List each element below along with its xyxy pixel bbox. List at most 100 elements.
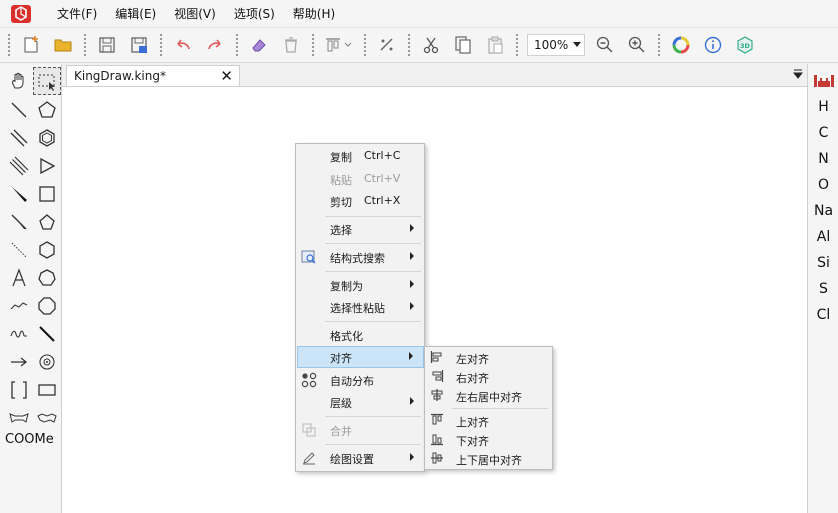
submenu-arrow-icon: [410, 280, 414, 288]
element-aluminium[interactable]: Al: [808, 229, 838, 245]
orbital-tool[interactable]: [33, 348, 61, 376]
text-template-tool[interactable]: COOMe: [5, 432, 54, 447]
submenu-arrow-icon: [410, 302, 414, 310]
zoom-in-button[interactable]: [623, 31, 651, 59]
align-left-icon: [430, 351, 442, 363]
menu-structure-search[interactable]: 结构式搜索: [297, 246, 424, 268]
3d-icon: 3D: [737, 36, 753, 54]
align-center-vertical-item[interactable]: 上下居中对齐: [426, 449, 552, 468]
rectangle-icon: [38, 384, 56, 396]
zoom-select[interactable]: 100%: [527, 34, 585, 56]
bold-wedge-tool[interactable]: [5, 208, 33, 236]
rectangle-shape-tool[interactable]: [33, 376, 61, 404]
zoom-out-button[interactable]: [591, 31, 619, 59]
context-menu: 复制 Ctrl+C 粘贴 Ctrl+V 剪切 Ctrl+X 选择 结构式搜索 复…: [295, 143, 425, 472]
menu-align[interactable]: 对齐: [297, 346, 424, 368]
pentagon-icon: [38, 101, 56, 118]
align-dropdown-button[interactable]: [321, 31, 357, 59]
menu-auto-distribute[interactable]: 自动分布: [297, 369, 424, 391]
menu-select[interactable]: 选择: [297, 218, 424, 240]
octagon-icon: [38, 297, 56, 315]
bold-bond-icon: [11, 214, 27, 230]
close-icon[interactable]: ✕: [220, 67, 233, 85]
triangle-ring-tool[interactable]: [33, 152, 61, 180]
bracket-icon: [11, 381, 27, 399]
menu-options[interactable]: 选项(S): [225, 0, 284, 28]
menu-copy-label: 复制: [330, 151, 352, 164]
submenu-arrow-icon: [410, 453, 414, 461]
template-shape-alt-tool[interactable]: [33, 404, 61, 432]
align-top-icon: [431, 413, 443, 425]
menu-file[interactable]: 文件(F): [48, 0, 106, 28]
color-button[interactable]: [667, 31, 695, 59]
triangle-icon: [40, 157, 56, 175]
arrow-tool[interactable]: [5, 348, 33, 376]
align-left-item[interactable]: 左对齐: [426, 348, 552, 367]
copy-button[interactable]: [449, 31, 477, 59]
element-sodium[interactable]: Na: [808, 203, 838, 219]
menu-format[interactable]: 格式化: [297, 324, 424, 346]
eraser-button[interactable]: [245, 31, 273, 59]
heptagon-ring-tool[interactable]: [33, 264, 61, 292]
rectangle-select-tool[interactable]: [33, 67, 61, 95]
menu-edit[interactable]: 编辑(E): [106, 0, 165, 28]
bond-tool-button[interactable]: [373, 31, 401, 59]
element-hydrogen[interactable]: H: [808, 99, 838, 115]
align-top-item[interactable]: 上对齐: [426, 411, 552, 430]
triple-bond-icon: [9, 156, 29, 176]
paste-button[interactable]: [481, 31, 509, 59]
align-center-horizontal-item[interactable]: 左右居中对齐: [426, 386, 552, 405]
redo-button[interactable]: [201, 31, 229, 59]
delete-button[interactable]: [277, 31, 305, 59]
hand-tool[interactable]: [5, 67, 33, 95]
element-sulfur[interactable]: S: [808, 281, 838, 297]
element-carbon[interactable]: C: [808, 125, 838, 141]
element-oxygen[interactable]: O: [808, 177, 838, 193]
pentagon-alt-tool[interactable]: [33, 208, 61, 236]
double-bond-tool[interactable]: [5, 124, 33, 152]
square-ring-tool[interactable]: [33, 180, 61, 208]
element-nitrogen[interactable]: N: [808, 151, 838, 167]
hash-bond-tool[interactable]: [5, 236, 33, 264]
chain-tool[interactable]: [5, 292, 33, 320]
menu-paste[interactable]: 粘贴 Ctrl+V: [297, 168, 424, 190]
benzene-ring-tool[interactable]: [33, 124, 61, 152]
new-file-button[interactable]: [17, 31, 45, 59]
triple-bond-tool[interactable]: [5, 152, 33, 180]
menu-merge[interactable]: 合并: [297, 419, 424, 441]
align-bottom-item[interactable]: 下对齐: [426, 430, 552, 449]
text-tool[interactable]: [5, 264, 33, 292]
pentagon-ring-tool[interactable]: [33, 96, 61, 124]
menu-copy-as[interactable]: 复制为: [297, 274, 424, 296]
bracket-tool[interactable]: [5, 376, 33, 404]
undo-button[interactable]: [169, 31, 197, 59]
document-tab[interactable]: KingDraw.king* ✕: [66, 65, 240, 87]
hexagon-ring-tool[interactable]: [33, 236, 61, 264]
save-as-button[interactable]: [125, 31, 153, 59]
wedge-bond-tool[interactable]: [5, 180, 33, 208]
octagon-ring-tool[interactable]: [33, 292, 61, 320]
arrow-line-tool[interactable]: [33, 320, 61, 348]
template-shape-tool[interactable]: [5, 404, 33, 432]
tab-dropdown-icon[interactable]: [793, 69, 803, 79]
wavy-bond-tool[interactable]: [5, 320, 33, 348]
menu-layer[interactable]: 层级: [297, 391, 424, 413]
single-bond-tool[interactable]: [5, 96, 33, 124]
menu-copy[interactable]: 复制 Ctrl+C: [297, 145, 424, 167]
menu-view[interactable]: 视图(V): [165, 0, 225, 28]
menu-cut-label: 剪切: [330, 196, 352, 209]
3d-view-button[interactable]: 3D: [731, 31, 759, 59]
info-button[interactable]: [699, 31, 727, 59]
cut-button[interactable]: [417, 31, 445, 59]
element-chlorine[interactable]: Cl: [808, 307, 838, 323]
open-folder-button[interactable]: [49, 31, 77, 59]
menu-paste-special[interactable]: 选择性粘贴: [297, 296, 424, 318]
menu-drawing-settings[interactable]: 绘图设置: [297, 447, 424, 469]
save-button[interactable]: [93, 31, 121, 59]
menu-drawing-settings-label: 绘图设置: [330, 453, 374, 466]
element-silicon[interactable]: Si: [808, 255, 838, 271]
align-right-item[interactable]: 右对齐: [426, 367, 552, 386]
menu-help[interactable]: 帮助(H): [284, 0, 344, 28]
periodic-table-icon[interactable]: [814, 74, 834, 88]
menu-cut[interactable]: 剪切 Ctrl+X: [297, 190, 424, 212]
